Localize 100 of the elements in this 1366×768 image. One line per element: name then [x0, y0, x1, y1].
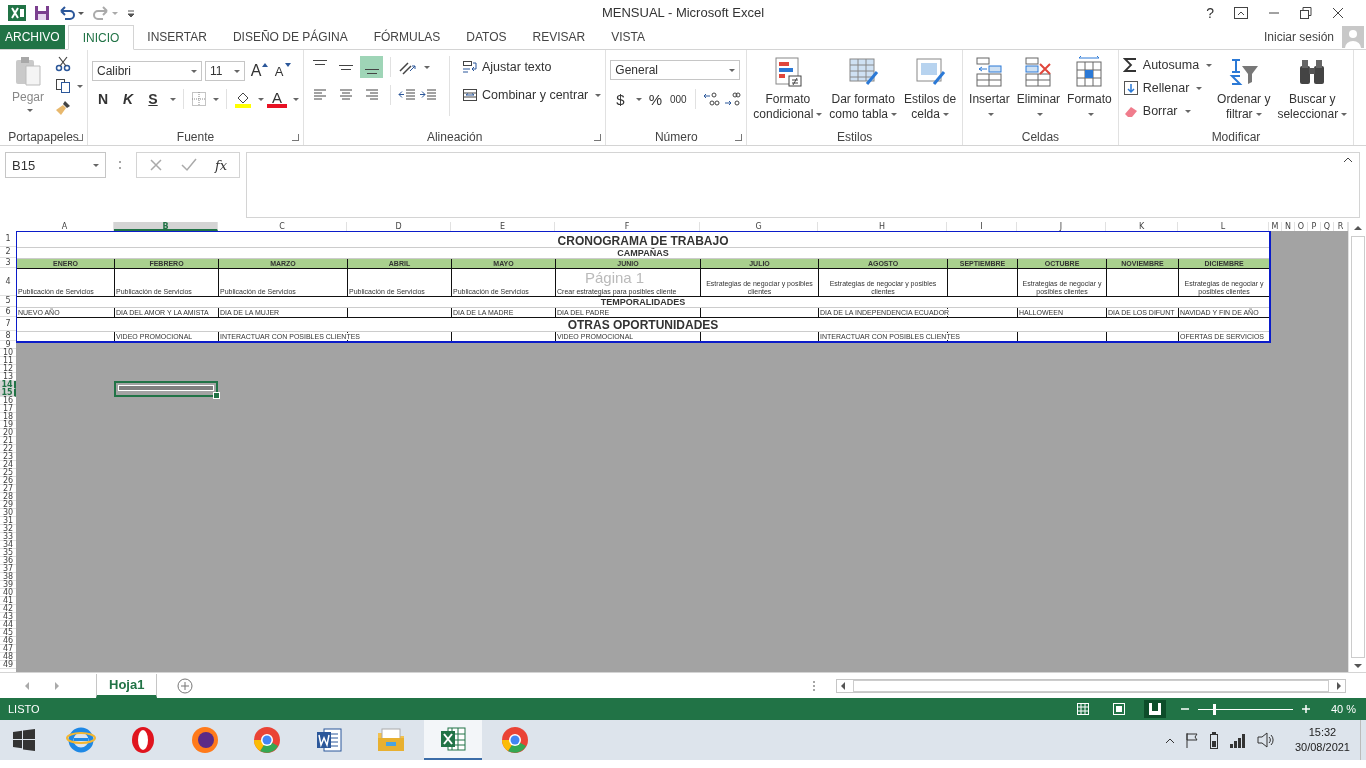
ribbon-tab[interactable]: REVISAR: [519, 25, 599, 49]
restore-icon[interactable]: [1300, 6, 1312, 19]
scroll-up-icon[interactable]: [1353, 226, 1362, 230]
font-style-button[interactable]: K: [117, 88, 139, 110]
help-button[interactable]: ?: [1206, 4, 1214, 21]
tray-expand-icon[interactable]: [1164, 736, 1175, 744]
file-tab[interactable]: ARCHIVO: [0, 25, 65, 49]
caret-icon: [258, 97, 264, 101]
font-color-button[interactable]: A: [267, 90, 287, 108]
group-label: Alineación: [426, 129, 483, 144]
format-as-table-button[interactable]: Dar formato como tabla: [827, 54, 900, 124]
window-title: MENSUAL - Microsoft Excel: [601, 5, 765, 20]
split-handle-icon[interactable]: [812, 679, 816, 692]
column-header[interactable]: B: [114, 222, 218, 231]
signal-icon[interactable]: [1228, 732, 1247, 748]
formula-input[interactable]: [246, 152, 1360, 218]
fill-button[interactable]: Rellenar: [1122, 77, 1213, 99]
section-heading: TEMPORALIDADES: [600, 296, 686, 307]
conditional-format-button[interactable]: Formato condicional: [751, 54, 825, 124]
table-format-icon: [847, 56, 880, 88]
align-bottom-icon: [364, 69, 379, 74]
dialog-launcher-icon[interactable]: [735, 134, 743, 141]
merge-center-button[interactable]: Combinar y centrar: [462, 84, 602, 106]
font-size-field[interactable]: 11: [205, 61, 245, 81]
ribbon-tab[interactable]: DISEÑO DE PÁGINA: [219, 25, 361, 49]
insert-function-button[interactable]: fx: [215, 157, 228, 173]
caret-icon: [1206, 63, 1213, 67]
horizontal-scrollbar[interactable]: [836, 678, 1346, 693]
save-icon[interactable]: [34, 4, 50, 21]
delete-button[interactable]: Eliminar: [1014, 54, 1063, 124]
sheet-tab[interactable]: Hoja1: [96, 673, 158, 698]
increase-decimal-icon[interactable]: [703, 91, 722, 107]
zoom-level[interactable]: 40 %: [1330, 703, 1356, 715]
status-text: LISTO: [8, 703, 40, 715]
battery-icon[interactable]: [1208, 731, 1219, 749]
group-label: Celdas: [1021, 129, 1060, 144]
ribbon-tab[interactable]: DATOS: [453, 25, 520, 49]
dialog-launcher-icon[interactable]: [594, 134, 602, 141]
scroll-right-icon[interactable]: [1337, 681, 1341, 690]
number-format-button[interactable]: $: [610, 88, 631, 110]
cell-selection[interactable]: [114, 381, 218, 397]
copy-icon[interactable]: [55, 78, 71, 94]
cell-styles-button[interactable]: Estilos de celda: [902, 54, 959, 124]
scroll-down-icon[interactable]: [1353, 664, 1362, 668]
scroll-left-icon[interactable]: [841, 681, 845, 690]
orientation-icon[interactable]: [398, 59, 418, 75]
fill-color-icon[interactable]: [234, 90, 252, 108]
wrap-text-button[interactable]: Ajustar texto: [462, 56, 602, 78]
brush-icon[interactable]: [55, 100, 71, 116]
font-name-field[interactable]: Calibri: [92, 61, 202, 81]
page-break-button[interactable]: [1143, 700, 1166, 718]
format-button[interactable]: Formato: [1065, 54, 1114, 124]
align-button[interactable]: [360, 56, 383, 78]
scissors-icon[interactable]: [55, 56, 71, 72]
more-icon: [118, 159, 122, 171]
taskbar-app-button[interactable]: [424, 720, 482, 760]
caret-icon: [26, 109, 33, 112]
spreadsheet-logo-icon: [438, 724, 468, 754]
insert-button[interactable]: Insertar: [967, 54, 1012, 124]
caret-icon: [595, 93, 602, 97]
number-format-button[interactable]: %: [645, 88, 666, 110]
zoom-thumb[interactable]: [1213, 703, 1217, 715]
sign-in-link[interactable]: Iniciar sesión: [1263, 30, 1334, 44]
dialog-launcher-icon[interactable]: [292, 134, 299, 141]
check-icon[interactable]: [181, 158, 197, 172]
clear-button[interactable]: Borrar: [1122, 100, 1213, 122]
ribbon-display-icon[interactable]: [1234, 6, 1248, 19]
find-select-button[interactable]: Buscar y seleccionar: [1275, 54, 1350, 124]
flag-icon[interactable]: [1184, 732, 1199, 748]
add-sheet-icon[interactable]: [177, 677, 194, 694]
ribbon-tab[interactable]: INICIO: [67, 25, 135, 50]
name-box[interactable]: B15: [5, 152, 106, 178]
page-break-icon: [1147, 702, 1162, 716]
volume-icon[interactable]: [1256, 732, 1275, 748]
ribbon-tab[interactable]: VISTA: [598, 25, 659, 49]
number-format-field[interactable]: General: [610, 60, 741, 80]
ribbon-tab[interactable]: INSERTAR: [134, 25, 220, 49]
zoom-in-icon[interactable]: [1300, 704, 1311, 714]
sheet-title: OTRAS OPORTUNIDADES: [567, 318, 719, 332]
caret-icon: [234, 69, 240, 73]
collapse-icon[interactable]: [1343, 157, 1353, 163]
autosum-button[interactable]: Autosuma: [1122, 54, 1213, 76]
undo-icon[interactable]: [58, 4, 84, 21]
shrink-font-button[interactable]: A: [271, 60, 291, 82]
vertical-scrollbar[interactable]: [1348, 222, 1366, 672]
sort-filter-button[interactable]: Ordenar y filtrar: [1215, 54, 1273, 124]
decrease-indent-icon[interactable]: [398, 87, 416, 103]
paste-button[interactable]: Pegar: [4, 54, 52, 114]
font-style-button[interactable]: N: [92, 88, 114, 110]
caret-icon: [816, 113, 823, 117]
clock[interactable]: 15:32 30/08/2021: [1294, 725, 1350, 755]
caret-icon: [77, 84, 83, 88]
font-style-button[interactable]: S: [142, 88, 164, 110]
close-icon[interactable]: [1332, 6, 1344, 19]
number-format-button[interactable]: 000: [668, 88, 689, 110]
ribbon-tab[interactable]: FÓRMULAS: [360, 25, 454, 49]
sheet-title: CRONOGRAMA DE TRABAJO: [557, 234, 729, 248]
grow-font-button[interactable]: A: [248, 60, 268, 82]
decrease-decimal-icon[interactable]: [724, 91, 743, 107]
increase-indent-icon[interactable]: [419, 87, 437, 103]
